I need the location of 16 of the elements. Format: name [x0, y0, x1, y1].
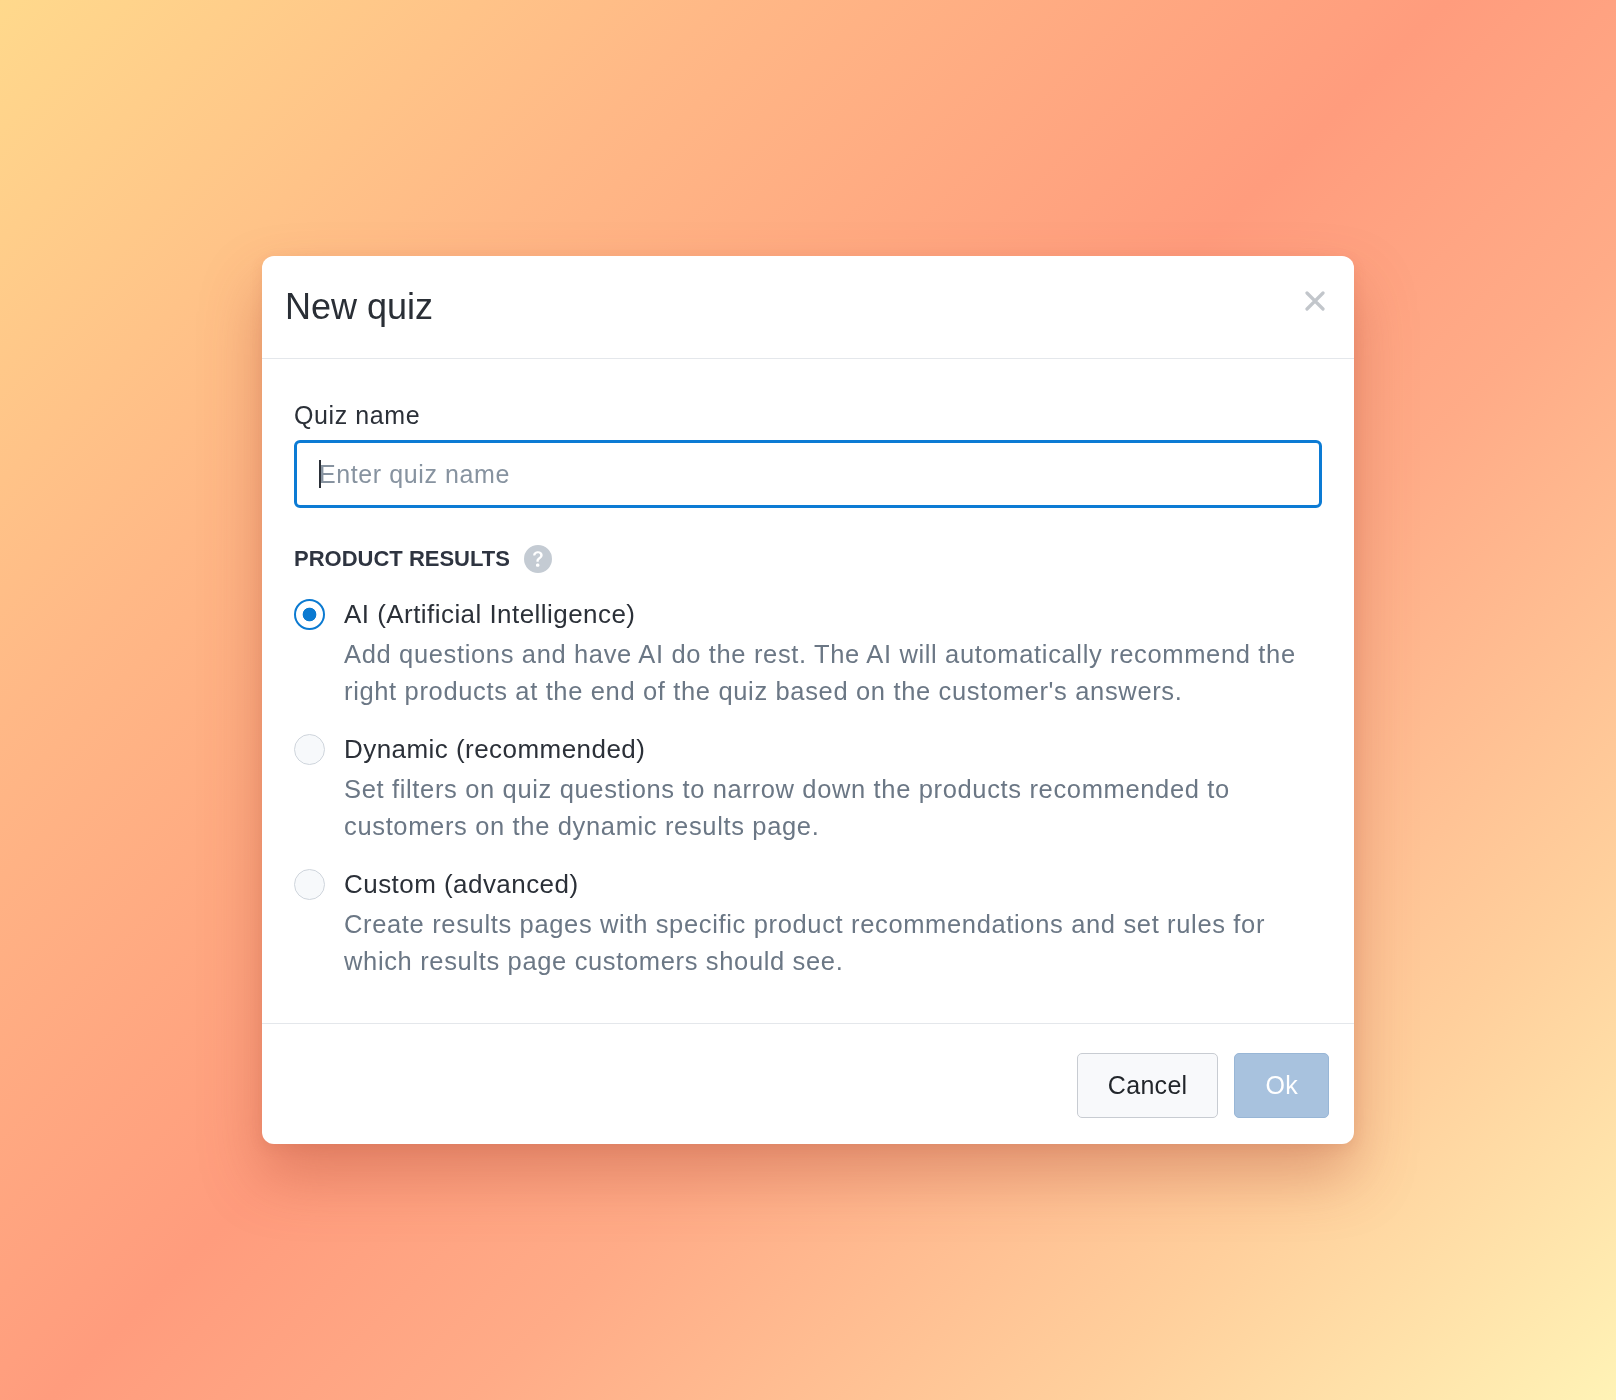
- option-description: Set filters on quiz questions to narrow down the products recommended to customers on the dynamic results page.: [344, 774, 1231, 842]
- option-description: Create results pages with specific product recommendations and set rules for which results page customers should see.: [344, 909, 1267, 977]
- close-button[interactable]: [1305, 291, 1325, 311]
- option-title: AI (Artificial Intelligence): [344, 599, 637, 629]
- option-description: Add questions and have AI do the rest. The AI will automatically recommend the right products at the end of the quiz based on the customer's answers.: [344, 639, 1297, 707]
- field-label: Quiz name: [294, 400, 422, 430]
- close-icon: [1305, 291, 1325, 311]
- text-cursor-icon: [319, 460, 321, 488]
- option-title: Custom (advanced): [344, 869, 580, 899]
- dialog-title: New quiz: [285, 285, 434, 329]
- option-title: Dynamic (recommended): [344, 734, 647, 764]
- cancel-button[interactable]: Cancel: [1076, 1053, 1219, 1118]
- section-heading: PRODUCT RESULTS: [294, 546, 510, 572]
- help-icon[interactable]: [523, 545, 552, 573]
- quiz-name-input[interactable]: Enter quiz name: [294, 440, 1322, 508]
- radio-button[interactable]: [294, 599, 325, 630]
